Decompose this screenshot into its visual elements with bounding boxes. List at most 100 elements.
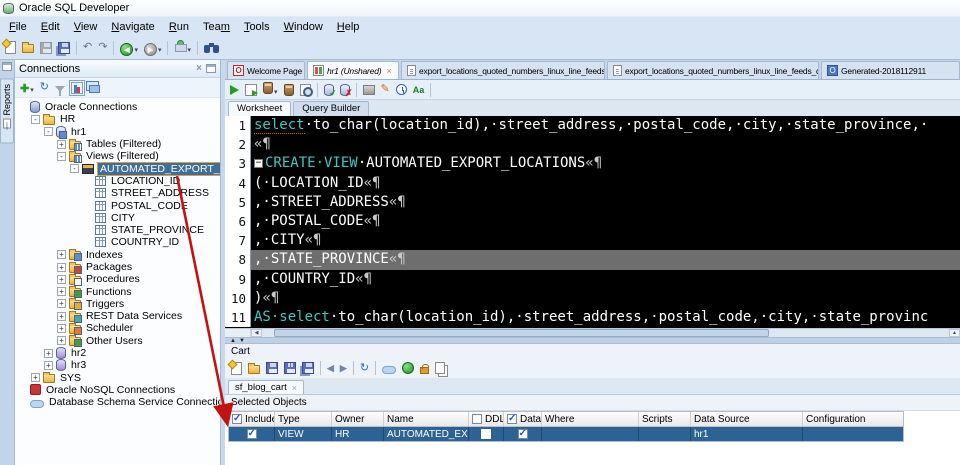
- editor-line[interactable]: 6 ,·POSTAL_CODE«¶: [225, 211, 960, 232]
- code-editor[interactable]: 1 select·to_char(location_id),·street_add…: [225, 116, 960, 328]
- expand-icon[interactable]: [57, 336, 66, 346]
- tab-export-locations-di-txt[interactable]: export_locations_quoted_numbers_linux_li…: [607, 61, 819, 79]
- save-all-carts-icon[interactable]: [302, 362, 314, 374]
- tab-export-locations-txt[interactable]: export_locations_quoted_numbers_linux_li…: [401, 61, 605, 79]
- unshared-worksheet-icon[interactable]: [362, 85, 375, 95]
- cart-back-icon[interactable]: ◀: [327, 363, 334, 374]
- new-file-icon[interactable]: [5, 41, 16, 54]
- expand-icon[interactable]: [57, 311, 66, 321]
- open-file-icon[interactable]: [22, 42, 34, 53]
- tab-generated-file[interactable]: O Generated-2018112911: [821, 61, 960, 79]
- collapse-icon[interactable]: [31, 114, 40, 124]
- data-checkbox[interactable]: [517, 428, 528, 439]
- tree-item-location-id[interactable]: LOCATION_ID: [15, 175, 220, 187]
- text-case-icon[interactable]: Aa: [413, 85, 425, 95]
- panel-close-icon[interactable]: ×: [196, 63, 202, 74]
- close-icon[interactable]: ×: [292, 383, 297, 393]
- save-all-icon[interactable]: [58, 41, 70, 54]
- tree-item-scheduler[interactable]: Scheduler: [15, 322, 220, 335]
- tab-welcome-page[interactable]: OWelcome Page×: [227, 61, 305, 79]
- scrollbar-thumb[interactable]: [274, 329, 769, 337]
- run-script-icon[interactable]: [245, 83, 258, 96]
- editor-line[interactable]: 11 AS·select·to_char(location_id),·street…: [225, 307, 960, 328]
- explain-plan-icon[interactable]: [299, 83, 313, 97]
- tree-item-tables[interactable]: Tables (Filtered): [15, 138, 220, 151]
- pencil-icon[interactable]: ✎: [381, 84, 390, 95]
- tree-item-street-address[interactable]: STREET_ADDRESS: [15, 187, 220, 199]
- splitter-up-icon[interactable]: ▲: [230, 338, 236, 344]
- forward-button[interactable]: ▶ ▾: [143, 39, 161, 57]
- back-button[interactable]: ◀ ▾: [120, 39, 138, 57]
- editor-line[interactable]: 5 ,·STREET_ADDRESS«¶: [225, 192, 960, 212]
- refresh-icon[interactable]: ↻: [360, 362, 369, 374]
- redo-icon[interactable]: ↷: [98, 42, 107, 53]
- expand-icon[interactable]: [57, 262, 66, 272]
- sql-history-icon[interactable]: [395, 84, 407, 95]
- apply-icon[interactable]: [402, 362, 415, 374]
- col-type[interactable]: Type: [275, 412, 332, 426]
- col-configuration[interactable]: Configuration: [803, 412, 899, 426]
- editor-line[interactable]: 1 select·to_char(location_id),·street_add…: [225, 116, 960, 136]
- tree-item-state-province[interactable]: STATE_PROVINCE: [15, 224, 220, 236]
- tree-item-hr3[interactable]: hr3: [15, 359, 220, 372]
- rollback-icon[interactable]: [339, 83, 353, 99]
- tree-item-db-schema-service-connections[interactable]: Database Schema Service Connections: [15, 396, 220, 408]
- tree-item-other-users[interactable]: Other Users: [15, 335, 220, 348]
- tree-item-functions[interactable]: Functions: [15, 285, 220, 299]
- expand-icon[interactable]: [57, 250, 66, 260]
- tree-item-indexes[interactable]: Indexes: [15, 249, 220, 262]
- menu-tools[interactable]: Tools: [237, 19, 277, 35]
- include-all-checkbox[interactable]: [232, 413, 242, 424]
- run-statement-icon[interactable]: [230, 84, 239, 95]
- new-cart-icon[interactable]: [231, 361, 242, 375]
- expand-icon[interactable]: [57, 274, 66, 284]
- col-scripts[interactable]: Scripts: [639, 412, 691, 426]
- tree-item-rest-data-services[interactable]: REST Data Services: [15, 310, 220, 323]
- tree-item-oracle-nosql-connections[interactable]: Oracle NoSQL Connections: [15, 384, 220, 396]
- autotrace-button[interactable]: ▾: [263, 81, 278, 99]
- commit-icon[interactable]: [323, 83, 337, 99]
- data-all-checkbox[interactable]: [507, 413, 517, 424]
- collapse-icon[interactable]: [70, 164, 79, 174]
- tree-item-packages[interactable]: Packages: [15, 261, 220, 274]
- tree-item-oracle-connections[interactable]: Oracle Connections: [15, 101, 220, 114]
- connections-button[interactable]: ▾: [174, 39, 191, 57]
- editor-line[interactable]: 4 (·LOCATION_ID«¶: [225, 173, 960, 193]
- scrollbar-track[interactable]: [262, 329, 949, 337]
- editor-line[interactable]: 3− CREATE·VIEW·AUTOMATED_EXPORT_LOCATIONS…: [225, 154, 960, 174]
- tab-worksheet[interactable]: Worksheet: [228, 101, 292, 116]
- collapse-all-icon[interactable]: [88, 85, 100, 93]
- expand-icon[interactable]: [44, 348, 53, 358]
- filter-icon[interactable]: [54, 85, 65, 96]
- tab-sf-blog-cart[interactable]: sf_blog_cart ×: [228, 380, 305, 394]
- col-data-source[interactable]: Data Source: [691, 412, 803, 426]
- menu-team[interactable]: Team: [196, 19, 237, 35]
- editor-line[interactable]: 7 ,·CITY«¶: [225, 231, 960, 251]
- undo-icon[interactable]: ↶: [83, 42, 92, 53]
- menu-navigate[interactable]: Navigate: [104, 19, 161, 35]
- menu-edit[interactable]: Edit: [34, 19, 67, 35]
- add-connection-button[interactable]: ✚▾: [20, 79, 34, 97]
- tree-item-sys[interactable]: SYS: [15, 372, 220, 384]
- cart-forward-icon[interactable]: ▶: [340, 363, 347, 374]
- collapse-icon[interactable]: [44, 127, 53, 137]
- col-name[interactable]: Name: [384, 412, 469, 426]
- ddl-checkbox[interactable]: [481, 429, 491, 439]
- tree-item-automated-export-locations[interactable]: AUTOMATED_EXPORT_LOCATIONS: [15, 161, 220, 176]
- open-cart-icon[interactable]: [248, 362, 260, 374]
- sql-tuning-icon[interactable]: [283, 83, 294, 96]
- include-checkbox[interactable]: [246, 428, 257, 439]
- tree-item-hr2[interactable]: hr2: [15, 347, 220, 360]
- col-data[interactable]: Data: [504, 412, 542, 426]
- tree-item-country-id[interactable]: COUNTRY_ID: [15, 236, 220, 248]
- menu-window[interactable]: Window: [277, 19, 330, 35]
- expand-icon[interactable]: [57, 287, 66, 297]
- col-owner[interactable]: Owner: [332, 412, 384, 426]
- editor-line[interactable]: 2 «¶: [225, 135, 960, 155]
- copy-icon[interactable]: [435, 362, 446, 374]
- tree-item-hr[interactable]: HR: [15, 113, 220, 125]
- splitter-down-icon[interactable]: ▼: [239, 338, 245, 344]
- editor-line-current[interactable]: 8 ,·STATE_PROVINCE«¶: [225, 250, 960, 270]
- tree-item-triggers[interactable]: Triggers: [15, 298, 220, 311]
- tree-item-hr1[interactable]: hr1: [15, 125, 220, 139]
